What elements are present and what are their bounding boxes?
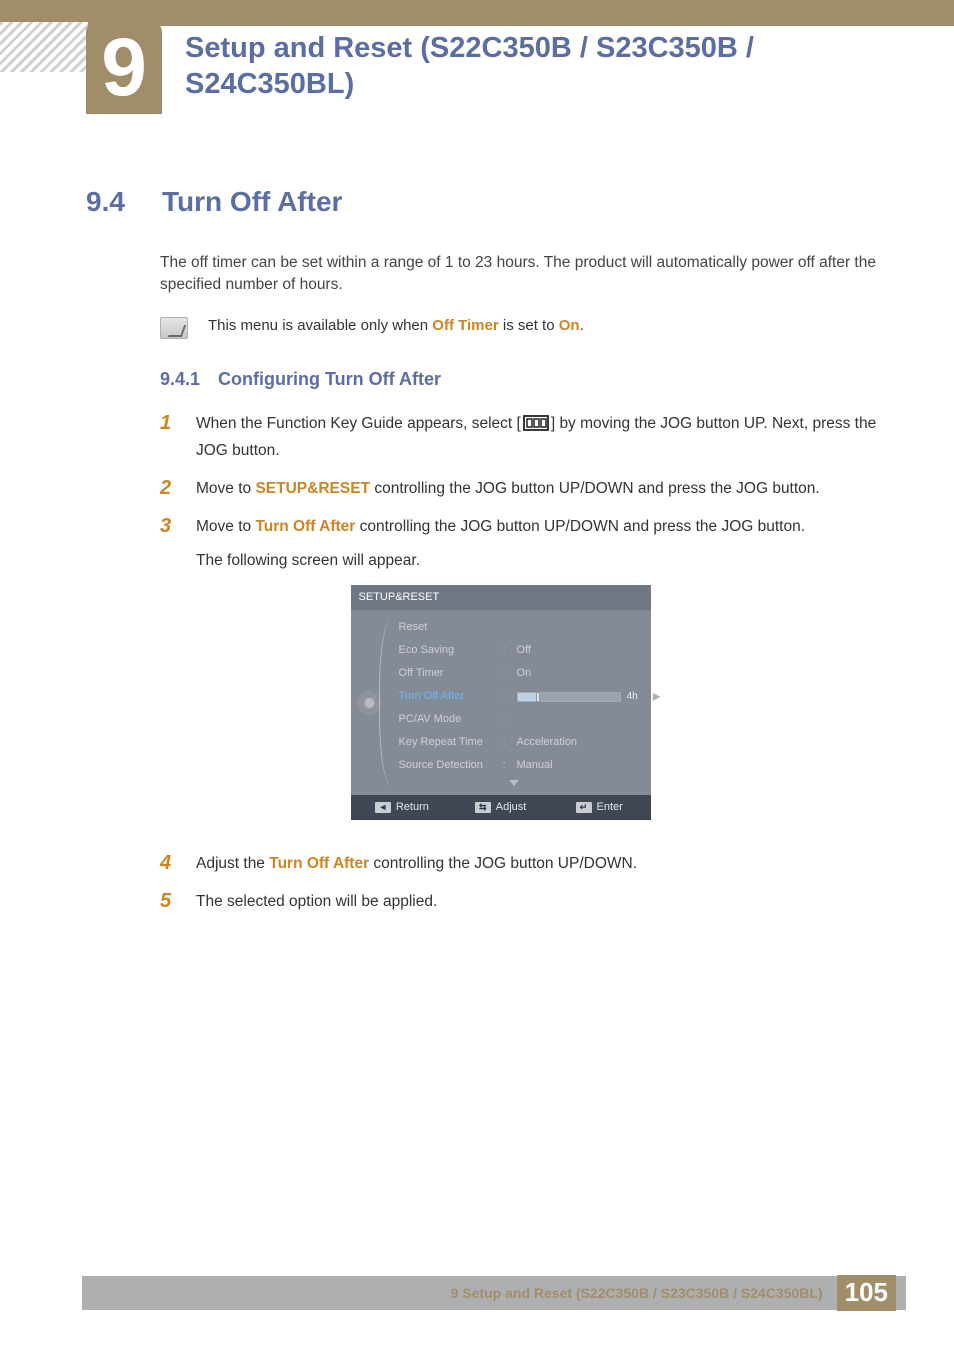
return-key-icon: ◄ xyxy=(375,802,391,813)
osd-value: Acceleration xyxy=(517,734,641,751)
step-4: 4 Adjust the Turn Off After controlling … xyxy=(160,852,894,876)
note-text-suffix: . xyxy=(580,317,584,334)
osd-title: SETUP&RESET xyxy=(351,585,651,610)
step-4-text-b: controlling the JOG button UP/DOWN. xyxy=(369,855,637,872)
note-text-mid: is set to xyxy=(499,317,559,334)
osd-screenshot: SETUP&RESET Reset Eco Saving : Off xyxy=(351,585,651,820)
osd-row-offtimer: Off Timer : On xyxy=(387,662,647,685)
osd-label: PC/AV Mode xyxy=(399,711,497,728)
osd-footer-label: Adjust xyxy=(496,799,527,816)
page-number: 105 xyxy=(837,1275,896,1311)
osd-more-indicator xyxy=(387,777,647,789)
footer-chapter-title: 9 Setup and Reset (S22C350B / S23C350B /… xyxy=(451,1285,823,1301)
osd-value: Off xyxy=(517,642,641,659)
menu-icon xyxy=(523,415,549,439)
step-3-highlight: Turn Off After xyxy=(255,518,355,535)
osd-label: Reset xyxy=(399,619,497,636)
step-2-highlight: SETUP&RESET xyxy=(255,480,370,497)
osd-row-sourcedetection: Source Detection : Manual xyxy=(387,754,647,777)
step-4-highlight: Turn Off After xyxy=(269,855,369,872)
osd-footer-enter: ↵ Enter xyxy=(554,799,645,816)
step-number: 3 xyxy=(160,515,178,838)
step-2-text-a: Move to xyxy=(196,480,255,497)
chevron-right-icon: ▶ xyxy=(653,689,661,705)
enter-key-icon: ↵ xyxy=(576,802,592,813)
chapter-number-badge: 9 xyxy=(86,22,162,114)
step-3: 3 Move to Turn Off After controlling the… xyxy=(160,515,894,838)
step-1-text-a: When the Function Key Guide appears, sel… xyxy=(196,415,521,432)
gear-icon xyxy=(360,693,379,712)
note-highlight-2: On xyxy=(559,317,580,334)
step-1: 1 When the Function Key Guide appears, s… xyxy=(160,412,894,463)
note-text-prefix: This menu is available only when xyxy=(208,317,432,334)
osd-footer-return: ◄ Return xyxy=(357,799,448,816)
osd-row-turnoffafter: Turn Off After : 4h ▶ xyxy=(387,685,647,708)
subsection-heading: 9.4.1 Configuring Turn Off After xyxy=(160,369,894,390)
osd-label: Eco Saving xyxy=(399,642,497,659)
step-3-text-b: controlling the JOG button UP/DOWN and p… xyxy=(355,518,805,535)
section-title: Turn Off After xyxy=(162,186,342,218)
step-number: 5 xyxy=(160,890,178,914)
osd-footer: ◄ Return ⇆ Adjust ↵ Enter xyxy=(351,795,651,820)
osd-footer-label: Enter xyxy=(597,799,623,816)
corner-decoration xyxy=(0,22,88,72)
steps-list: 1 When the Function Key Guide appears, s… xyxy=(160,412,894,915)
step-5-text: The selected option will be applied. xyxy=(196,890,437,914)
step-3-text-a: Move to xyxy=(196,518,255,535)
osd-label-selected: Turn Off After xyxy=(399,688,497,705)
note-highlight-1: Off Timer xyxy=(432,317,498,334)
osd-row-reset: Reset xyxy=(387,616,647,639)
step-2: 2 Move to SETUP&RESET controlling the JO… xyxy=(160,477,894,501)
osd-row-pcavmode: PC/AV Mode : xyxy=(387,708,647,731)
section-heading: 9.4 Turn Off After xyxy=(86,186,894,218)
step-number: 4 xyxy=(160,852,178,876)
osd-footer-adjust: ⇆ Adjust xyxy=(455,799,546,816)
note: This menu is available only when Off Tim… xyxy=(160,317,894,339)
osd-label: Key Repeat Time xyxy=(399,734,497,751)
osd-footer-label: Return xyxy=(396,799,429,816)
step-5: 5 The selected option will be applied. xyxy=(160,890,894,914)
note-text: This menu is available only when Off Tim… xyxy=(208,317,584,334)
osd-value: On xyxy=(517,665,641,682)
osd-label: Source Detection xyxy=(399,757,497,774)
osd-row-ecosaving: Eco Saving : Off xyxy=(387,639,647,662)
step-4-text-a: Adjust the xyxy=(196,855,269,872)
osd-row-keyrepeat: Key Repeat Time : Acceleration xyxy=(387,731,647,754)
chapter-title: Setup and Reset (S22C350B / S23C350B / S… xyxy=(185,30,894,103)
page-footer: 9 Setup and Reset (S22C350B / S23C350B /… xyxy=(82,1276,906,1310)
osd-slider: 4h xyxy=(517,689,641,705)
osd-slider-value: 4h xyxy=(621,689,641,705)
subsection-number: 9.4.1 xyxy=(160,369,200,390)
note-icon xyxy=(160,317,188,339)
section-number: 9.4 xyxy=(86,186,134,218)
step-number: 1 xyxy=(160,412,178,463)
step-number: 2 xyxy=(160,477,178,501)
intro-paragraph: The off timer can be set within a range … xyxy=(160,252,894,297)
step-2-text-b: controlling the JOG button UP/DOWN and p… xyxy=(370,480,820,497)
adjust-key-icon: ⇆ xyxy=(475,802,491,813)
osd-value: Manual xyxy=(517,757,641,774)
osd-label: Off Timer xyxy=(399,665,497,682)
chevron-down-icon xyxy=(509,780,519,786)
subsection-title: Configuring Turn Off After xyxy=(218,369,441,390)
step-3-text-c: The following screen will appear. xyxy=(196,552,420,569)
